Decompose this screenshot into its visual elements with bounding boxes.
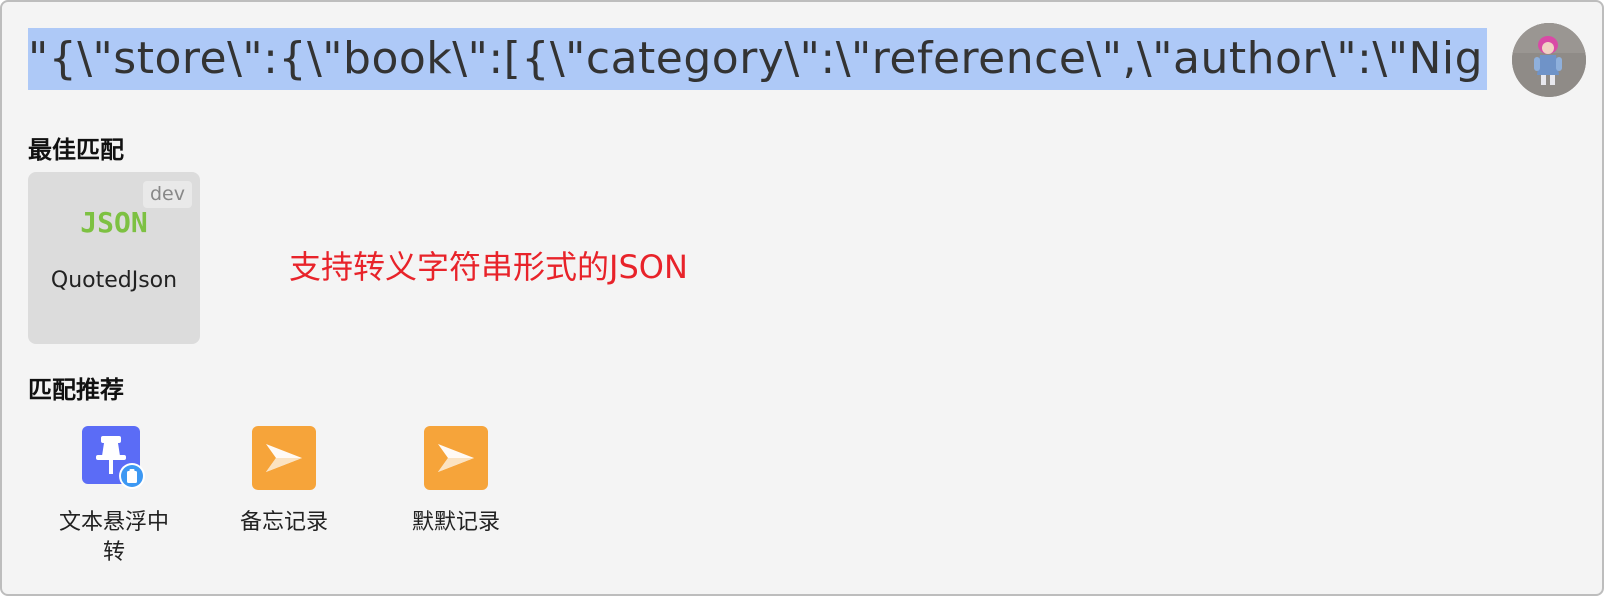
recommendation-memo-record[interactable]: 备忘记录 xyxy=(214,426,354,538)
recommendation-label: 文本悬浮中转 xyxy=(58,510,169,565)
json-logo-icon: JSON xyxy=(80,206,147,239)
avatar-figure-icon xyxy=(1512,23,1586,97)
pin-clipboard-icon xyxy=(82,426,145,489)
recommendation-label: 默默记录 xyxy=(411,510,500,535)
search-query-text[interactable]: "{\"store\":{\"book\":[{\"category\":\"r… xyxy=(28,28,1488,90)
user-avatar[interactable] xyxy=(1512,23,1586,97)
memo-star-icon xyxy=(424,426,488,490)
search-window: "{\"store\":{\"book\":[{\"category\":\"r… xyxy=(0,0,1604,596)
dev-badge: dev xyxy=(143,181,192,208)
feature-annotation: 支持转义字符串形式的JSON xyxy=(289,248,688,286)
recommendation-label: 备忘记录 xyxy=(239,510,328,535)
json-logo-text: JSON xyxy=(80,206,147,239)
best-match-card-quotedjson[interactable]: dev JSON QuotedJson xyxy=(28,172,200,344)
search-input[interactable]: "{\"store\":{\"book\":[{\"category\":\"r… xyxy=(28,28,1496,92)
recommendations-heading: 匹配推荐 xyxy=(28,376,124,404)
memo-star-icon xyxy=(252,426,316,490)
best-match-label: QuotedJson xyxy=(50,268,178,293)
recommendation-text-float-relay[interactable]: 文本悬浮中转 xyxy=(44,426,184,568)
best-match-heading: 最佳匹配 xyxy=(28,136,124,164)
recommendation-silent-record[interactable]: 默默记录 xyxy=(386,426,526,538)
